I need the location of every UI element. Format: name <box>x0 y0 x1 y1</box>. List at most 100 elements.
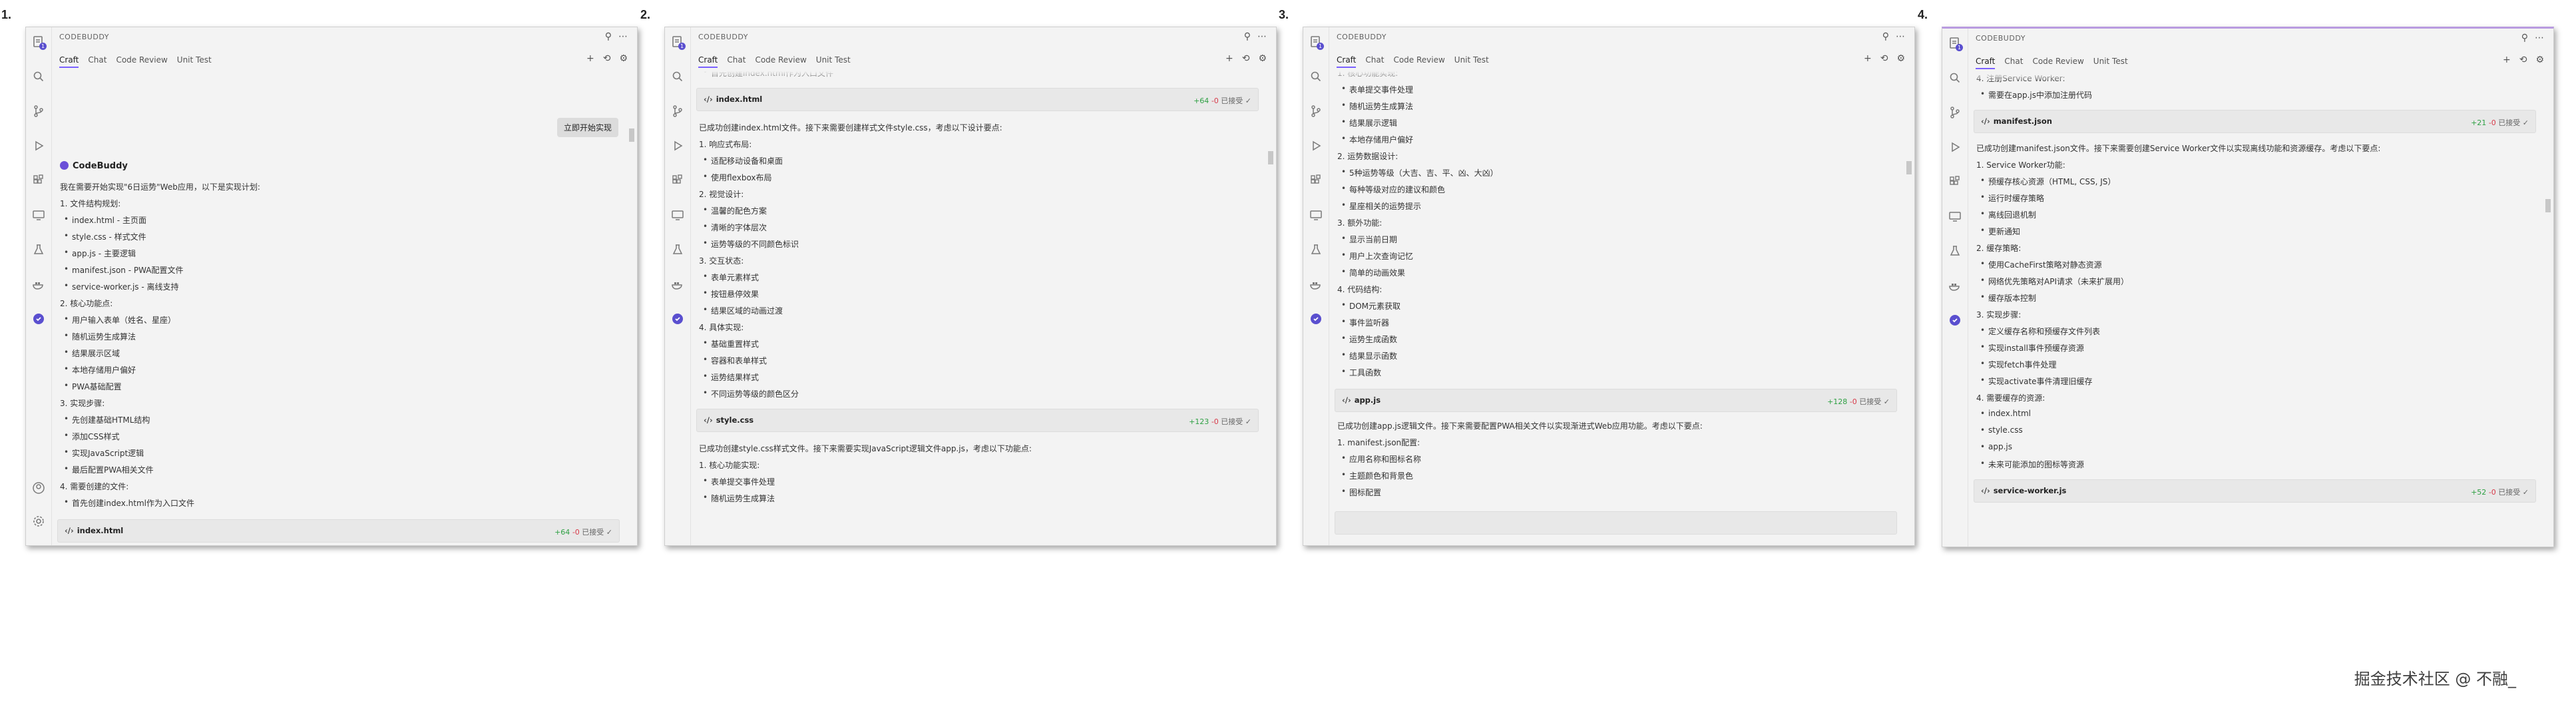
codebuddy-icon[interactable]: 1 <box>1947 35 1963 51</box>
pin-icon[interactable]: ⚲ <box>1244 31 1251 42</box>
account-icon[interactable] <box>31 480 47 496</box>
new-chat-icon[interactable]: + <box>1225 53 1233 64</box>
new-chat-icon[interactable]: + <box>586 53 594 64</box>
docker-icon[interactable] <box>670 276 686 292</box>
tab-code-review[interactable]: Code Review <box>755 55 806 68</box>
tab-unit-test[interactable]: Unit Test <box>2093 57 2128 69</box>
codebuddy-app-icon[interactable] <box>31 311 47 327</box>
pin-icon[interactable]: ⚲ <box>605 31 612 42</box>
run-debug-icon[interactable] <box>31 138 47 154</box>
codebuddy-app-icon[interactable] <box>670 311 686 327</box>
extensions-icon[interactable] <box>31 172 47 188</box>
extensions-icon[interactable] <box>670 172 686 188</box>
tab-unit-test[interactable]: Unit Test <box>177 55 212 68</box>
settings-icon[interactable]: ⚙ <box>619 53 628 64</box>
testing-icon[interactable] <box>670 242 686 258</box>
tab-chat[interactable]: Chat <box>1365 55 1384 68</box>
pin-icon[interactable]: ⚲ <box>2521 33 2528 43</box>
testing-icon[interactable] <box>31 242 47 258</box>
search-icon[interactable] <box>1947 70 1963 86</box>
accepted-status[interactable]: 已接受 ✓ <box>582 528 612 537</box>
message-list-item: 清晰的字体层次 <box>703 222 767 233</box>
new-chat-icon[interactable]: + <box>2503 55 2511 65</box>
accepted-status[interactable]: 已接受 ✓ <box>1221 417 1251 426</box>
tab-unit-test[interactable]: Unit Test <box>1454 55 1489 68</box>
extensions-icon[interactable] <box>1308 172 1324 188</box>
code-file-card[interactable]: ‹/› style.css +123 -0 已接受 ✓ <box>696 409 1259 432</box>
code-file-card[interactable]: ‹/› index.html +64 -0 已接受 ✓ <box>696 88 1259 111</box>
history-icon[interactable]: ⟲ <box>1242 53 1250 64</box>
run-debug-icon[interactable] <box>1947 139 1963 155</box>
codebuddy-icon[interactable]: 1 <box>1308 34 1324 50</box>
source-control-icon[interactable] <box>1947 105 1963 120</box>
code-file-card[interactable] <box>1335 511 1897 535</box>
message-list-item: 5种运势等级（大吉、吉、平、凶、大凶） <box>1341 167 1498 178</box>
source-control-icon[interactable] <box>670 103 686 119</box>
more-icon[interactable]: ⋯ <box>1257 31 1267 42</box>
docker-icon[interactable] <box>1308 276 1324 292</box>
run-debug-icon[interactable] <box>670 138 686 154</box>
tab-craft[interactable]: Craft <box>59 55 79 68</box>
codebuddy-icon[interactable]: 1 <box>670 34 686 50</box>
extensions-icon[interactable] <box>1947 174 1963 190</box>
more-icon[interactable]: ⋯ <box>618 31 628 42</box>
accepted-status[interactable]: 已接受 ✓ <box>2498 118 2529 127</box>
remote-explorer-icon[interactable] <box>670 207 686 223</box>
testing-icon[interactable] <box>1947 243 1963 259</box>
testing-icon[interactable] <box>1308 242 1324 258</box>
history-icon[interactable]: ⟲ <box>1880 53 1888 64</box>
scrollbar[interactable] <box>1906 161 1912 174</box>
tab-code-review[interactable]: Code Review <box>2032 57 2083 69</box>
scrollbar[interactable] <box>2545 199 2551 212</box>
pin-icon[interactable]: ⚲ <box>1882 31 1889 42</box>
tab-unit-test[interactable]: Unit Test <box>816 55 851 68</box>
tab-chat[interactable]: Chat <box>727 55 746 68</box>
accepted-status[interactable]: 已接受 ✓ <box>1221 97 1251 105</box>
run-debug-icon[interactable] <box>1308 138 1324 154</box>
message-text: 3. 额外功能: <box>1337 218 1383 228</box>
settings-icon[interactable]: ⚙ <box>1896 53 1905 64</box>
notification-badge: 1 <box>39 43 47 50</box>
code-file-card[interactable]: ‹/› manifest.json +21 -0 已接受 ✓ <box>1974 110 2536 133</box>
codebuddy-app-icon[interactable] <box>1308 311 1324 327</box>
more-icon[interactable]: ⋯ <box>1896 31 1905 42</box>
remote-explorer-icon[interactable] <box>31 207 47 223</box>
codebuddy-icon[interactable]: 1 <box>31 34 47 50</box>
new-chat-icon[interactable]: + <box>1864 53 1872 64</box>
tab-craft[interactable]: Craft <box>1976 57 1996 69</box>
remote-explorer-icon[interactable] <box>1947 208 1963 224</box>
tab-craft[interactable]: Craft <box>1337 55 1357 68</box>
code-file-card[interactable]: ‹/› index.html +64 -0 已接受 ✓ <box>57 519 620 543</box>
tab-chat[interactable]: Chat <box>88 55 107 68</box>
history-icon[interactable]: ⟲ <box>603 53 611 64</box>
code-file-card[interactable]: ‹/› app.js +128 -0 已接受 ✓ <box>1335 389 1897 412</box>
search-icon[interactable] <box>1308 69 1324 85</box>
history-icon[interactable]: ⟲ <box>2519 55 2527 65</box>
more-icon[interactable]: ⋯ <box>2535 33 2544 43</box>
message-list-item: 表单提交事件处理 <box>1341 84 1413 95</box>
docker-icon[interactable] <box>31 276 47 292</box>
code-file-card[interactable]: ‹/› service-worker.js +52 -0 已接受 ✓ <box>1974 479 2536 503</box>
lines-added: +128 <box>1827 397 1848 406</box>
scrollbar[interactable] <box>629 128 634 142</box>
tab-code-review[interactable]: Code Review <box>1393 55 1444 68</box>
source-control-icon[interactable] <box>1308 103 1324 119</box>
search-icon[interactable] <box>31 69 47 85</box>
source-control-icon[interactable] <box>31 103 47 119</box>
message-list-item: PWA基础配置 <box>64 381 122 392</box>
settings-icon[interactable]: ⚙ <box>1258 53 1267 64</box>
accepted-status[interactable]: 已接受 ✓ <box>1859 397 1890 406</box>
tab-chat[interactable]: Chat <box>2004 57 2023 69</box>
scrollbar[interactable] <box>1268 151 1273 164</box>
codebuddy-app-icon[interactable] <box>1947 312 1963 328</box>
accepted-status[interactable]: 已接受 ✓ <box>2498 488 2529 497</box>
remote-explorer-icon[interactable] <box>1308 207 1324 223</box>
message-text: 3. 实现步骤: <box>1976 310 2022 320</box>
settings-gear-icon[interactable] <box>31 513 47 529</box>
message-list-item: 先创建基础HTML结构 <box>64 414 150 425</box>
settings-icon[interactable]: ⚙ <box>2535 55 2544 65</box>
docker-icon[interactable] <box>1947 278 1963 294</box>
search-icon[interactable] <box>670 69 686 85</box>
tab-code-review[interactable]: Code Review <box>116 55 167 68</box>
tab-craft[interactable]: Craft <box>698 55 718 68</box>
